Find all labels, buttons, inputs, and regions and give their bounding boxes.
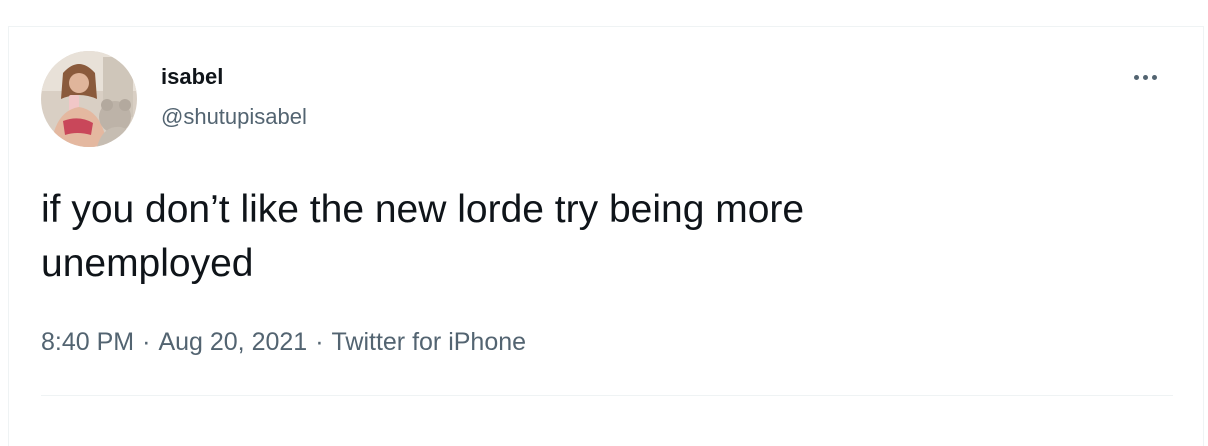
meta-separator: · xyxy=(142,328,151,356)
tweet-card: isabel @shutupisabel if you don’t like t… xyxy=(8,26,1204,446)
tweet-text: if you don’t like the new lorde try bein… xyxy=(41,183,1041,291)
avatar-photo xyxy=(41,51,137,147)
author-handle[interactable]: @shutupisabel xyxy=(161,103,307,131)
avatar[interactable] xyxy=(41,51,137,147)
tweet-text-line: unemployed xyxy=(41,242,254,285)
divider xyxy=(41,395,1173,396)
more-horizontal-icon-dot xyxy=(1151,74,1157,80)
tweet-time-link[interactable]: 8:40 PM xyxy=(41,328,134,356)
author-display-name[interactable]: isabel xyxy=(161,63,223,91)
tweet-source-link[interactable]: Twitter for iPhone xyxy=(332,328,527,356)
more-options-button[interactable] xyxy=(1125,65,1165,89)
tweet-meta: 8:40 PM · Aug 20, 2021 · Twitter for iPhone xyxy=(41,326,526,358)
more-horizontal-icon xyxy=(1133,74,1139,80)
tweet-date-link[interactable]: Aug 20, 2021 xyxy=(158,328,307,356)
meta-separator: · xyxy=(315,328,324,356)
more-horizontal-icon-dot xyxy=(1142,74,1148,80)
tweet-text-line: if you don’t like the new lorde try bein… xyxy=(41,188,805,231)
